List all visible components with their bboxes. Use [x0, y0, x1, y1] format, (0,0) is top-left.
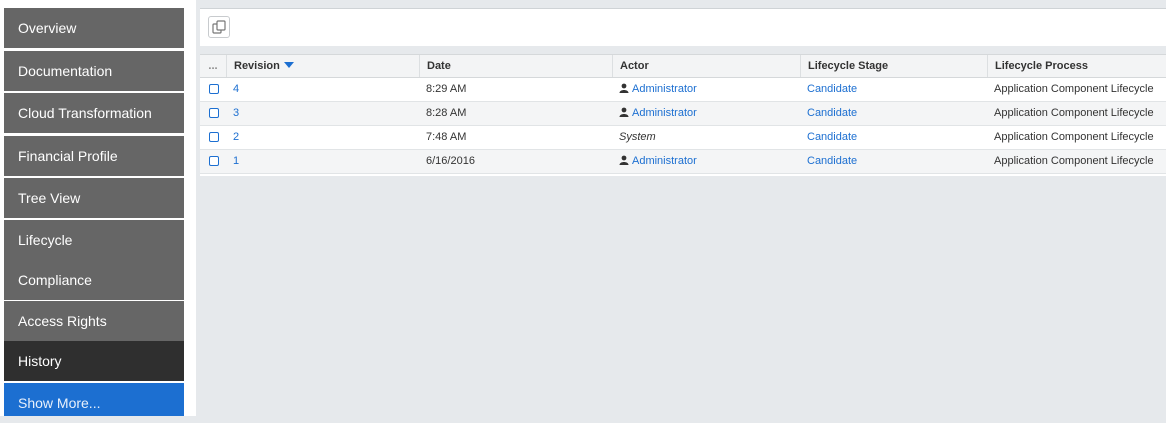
column-header-lifecycle-process[interactable]: Lifecycle Process	[987, 55, 1166, 77]
table-row[interactable]: 1 6/16/2016 Administrator Candidate Appl…	[200, 150, 1166, 174]
nav-item-documentation[interactable]: Documentation	[4, 51, 184, 91]
actor-name: Administrator	[632, 155, 697, 167]
user-icon	[619, 107, 629, 117]
toolbar	[200, 8, 1166, 46]
revision-history-table: ... Revision Date Actor Lifecycle Stage …	[200, 54, 1166, 176]
revision-link[interactable]: 4	[233, 78, 239, 102]
nav-item-tree-view[interactable]: Tree View	[4, 178, 184, 218]
history-panel: ... Revision Date Actor Lifecycle Stage …	[196, 0, 1166, 416]
row-checkbox[interactable]	[209, 84, 219, 94]
date-cell: 8:29 AM	[426, 83, 467, 95]
nav-item-compliance[interactable]: Compliance	[4, 260, 184, 300]
column-header-revision[interactable]: Revision	[226, 55, 419, 77]
nav-item-lifecycle[interactable]: Lifecycle	[4, 220, 184, 260]
column-header-date[interactable]: Date	[419, 55, 612, 77]
date-cell: 6/16/2016	[426, 155, 475, 167]
row-checkbox[interactable]	[209, 132, 219, 142]
revision-link[interactable]: 2	[233, 126, 239, 150]
revision-link[interactable]: 1	[233, 150, 239, 174]
stage-link[interactable]: Candidate	[807, 126, 857, 150]
date-cell: 7:48 AM	[426, 131, 467, 143]
actor-system: System	[619, 131, 656, 143]
nav-item-financial-profile[interactable]: Financial Profile	[4, 136, 184, 176]
revision-link[interactable]: 3	[233, 102, 239, 126]
nav-item-history[interactable]: History	[4, 341, 184, 381]
column-header-lifecycle-stage[interactable]: Lifecycle Stage	[800, 55, 987, 77]
process-cell: Application Component Lifecycle	[994, 83, 1154, 95]
stage-link[interactable]: Candidate	[807, 78, 857, 102]
row-checkbox[interactable]	[209, 108, 219, 118]
actor-name: Administrator	[632, 83, 697, 95]
table-row[interactable]: 3 8:28 AM Administrator Candidate Applic…	[200, 102, 1166, 126]
column-header-actor[interactable]: Actor	[612, 55, 800, 77]
select-all-header[interactable]: ...	[200, 55, 226, 79]
process-cell: Application Component Lifecycle	[994, 107, 1154, 119]
actor-link[interactable]: Administrator	[619, 102, 697, 126]
user-icon	[619, 83, 629, 93]
table-header: ... Revision Date Actor Lifecycle Stage …	[200, 54, 1166, 78]
date-cell: 8:28 AM	[426, 107, 467, 119]
revision-header-label: Revision	[234, 60, 280, 72]
actor-link[interactable]: Administrator	[619, 78, 697, 102]
stage-link[interactable]: Candidate	[807, 102, 857, 126]
process-cell: Application Component Lifecycle	[994, 131, 1154, 143]
sidebar-nav: Overview Documentation Cloud Transformat…	[0, 0, 196, 416]
sort-descending-icon	[283, 62, 294, 68]
row-checkbox[interactable]	[209, 156, 219, 166]
table-row[interactable]: 2 7:48 AM System Candidate Application C…	[200, 126, 1166, 150]
nav-item-cloud-transformation[interactable]: Cloud Transformation	[4, 93, 184, 133]
show-more-button[interactable]: Show More...	[4, 383, 184, 416]
copy-button[interactable]	[208, 16, 230, 38]
nav-item-access-rights[interactable]: Access Rights	[4, 301, 184, 341]
process-cell: Application Component Lifecycle	[994, 155, 1154, 167]
user-icon	[619, 155, 629, 165]
actor-link[interactable]: Administrator	[619, 150, 697, 174]
copy-icon	[209, 20, 229, 34]
table-row[interactable]: 4 8:29 AM Administrator Candidate Applic…	[200, 78, 1166, 102]
nav-item-overview[interactable]: Overview	[4, 8, 184, 48]
stage-link[interactable]: Candidate	[807, 150, 857, 174]
actor-name: Administrator	[632, 107, 697, 119]
